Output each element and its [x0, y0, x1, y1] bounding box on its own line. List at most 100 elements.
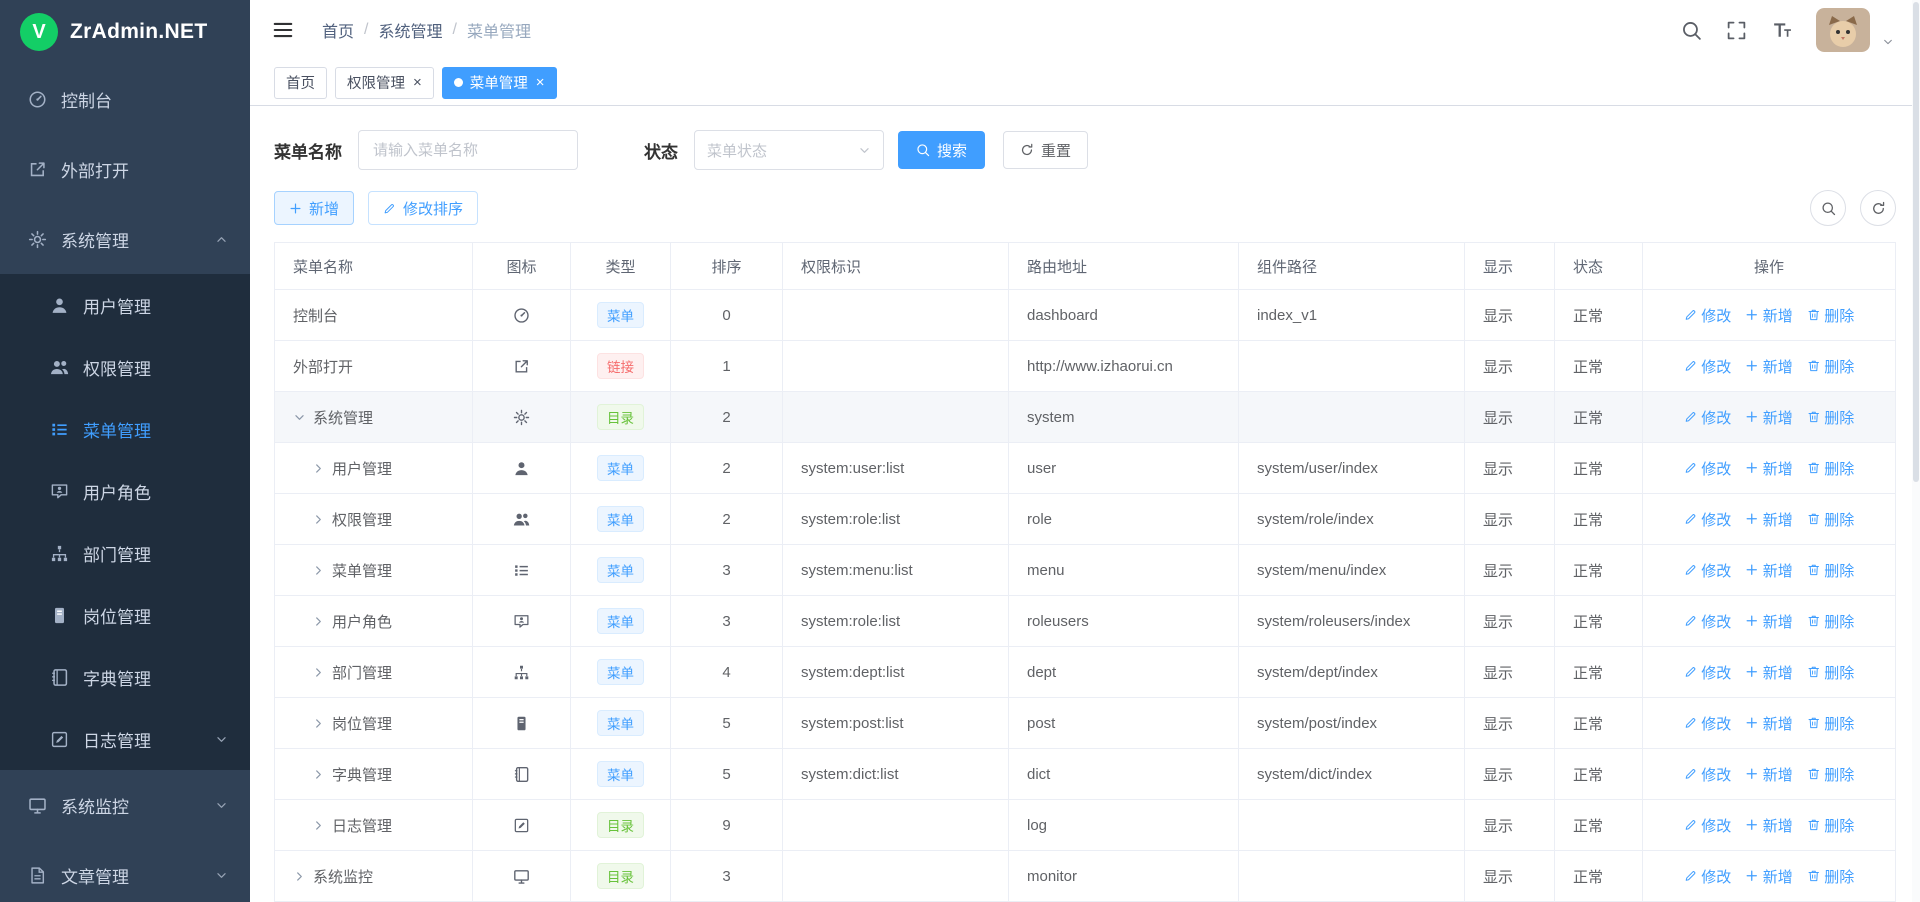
edit-link[interactable]: 修改 — [1684, 713, 1732, 734]
cell-status: 正常 — [1555, 596, 1643, 646]
cell-menu-name: 控制台 — [275, 290, 473, 340]
edit-link[interactable]: 修改 — [1684, 356, 1732, 377]
delete-link[interactable]: 删除 — [1807, 815, 1855, 836]
delete-link[interactable]: 删除 — [1807, 611, 1855, 632]
sidebar-toggle-icon[interactable] — [272, 19, 294, 41]
sidebar-item[interactable]: 部门管理 — [0, 522, 250, 584]
sidebar-item[interactable]: 用户角色 — [0, 460, 250, 522]
delete-link[interactable]: 删除 — [1807, 356, 1855, 377]
sidebar-item[interactable]: 控制台 — [0, 64, 250, 134]
delete-link[interactable]: 删除 — [1807, 713, 1855, 734]
delete-link[interactable]: 删除 — [1807, 458, 1855, 479]
scrollbar[interactable] — [1912, 0, 1920, 902]
expand-icon[interactable] — [293, 870, 306, 883]
search-button[interactable]: 搜索 — [898, 131, 985, 169]
menu-item-label: 控制台 — [61, 87, 112, 112]
fullscreen-icon[interactable] — [1726, 20, 1747, 41]
cell-menu-name: 系统管理 — [275, 392, 473, 442]
edit-link[interactable]: 修改 — [1684, 662, 1732, 683]
delete-link[interactable]: 删除 — [1807, 866, 1855, 887]
status-select[interactable]: 菜单状态 — [694, 130, 884, 170]
tab[interactable]: 菜单管理 × — [442, 67, 557, 99]
add-link[interactable]: 新增 — [1745, 866, 1793, 887]
menu-name-label: 菜单名称 — [274, 138, 342, 163]
close-icon[interactable]: × — [413, 75, 422, 90]
chevron-down-icon[interactable] — [1882, 36, 1894, 48]
menu-item-icon — [50, 420, 69, 439]
edit-link[interactable]: 修改 — [1684, 815, 1732, 836]
sort-button[interactable]: 修改排序 — [368, 191, 478, 225]
add-link[interactable]: 新增 — [1745, 305, 1793, 326]
search-icon[interactable] — [1681, 20, 1702, 41]
avatar[interactable] — [1816, 8, 1870, 52]
add-link[interactable]: 新增 — [1745, 815, 1793, 836]
tab[interactable]: 首页 × — [274, 67, 327, 99]
add-link[interactable]: 新增 — [1745, 509, 1793, 530]
sidebar-item[interactable]: 外部打开 — [0, 134, 250, 204]
cell-route: system — [1009, 392, 1239, 442]
sidebar-item[interactable]: 用户管理 — [0, 274, 250, 336]
expand-icon[interactable] — [312, 717, 325, 730]
edit-link[interactable]: 修改 — [1684, 305, 1732, 326]
cell-visible: 显示 — [1465, 545, 1555, 595]
menu-item-label: 系统监控 — [61, 793, 129, 818]
delete-link[interactable]: 删除 — [1807, 305, 1855, 326]
menu-item-label: 用户管理 — [83, 293, 151, 318]
edit-link[interactable]: 修改 — [1684, 560, 1732, 581]
menu-name: 系统监控 — [313, 866, 373, 887]
edit-link[interactable]: 修改 — [1684, 764, 1732, 785]
add-link[interactable]: 新增 — [1745, 356, 1793, 377]
expand-icon[interactable] — [312, 564, 325, 577]
expand-icon[interactable] — [312, 819, 325, 832]
edit-link[interactable]: 修改 — [1684, 509, 1732, 530]
cell-perm — [783, 392, 1009, 442]
expand-icon[interactable] — [293, 411, 306, 424]
sidebar-item[interactable]: 菜单管理 — [0, 398, 250, 460]
font-size-icon[interactable] — [1771, 20, 1792, 41]
sidebar-item[interactable]: 系统监控 — [0, 770, 250, 840]
add-button[interactable]: 新增 — [274, 191, 354, 225]
app-title: ZrAdmin.NET — [70, 20, 207, 44]
sidebar-item[interactable]: 系统管理 — [0, 204, 250, 274]
sidebar-item[interactable]: 权限管理 — [0, 336, 250, 398]
breadcrumb-item[interactable]: 系统管理 — [378, 18, 442, 42]
delete-link[interactable]: 删除 — [1807, 662, 1855, 683]
delete-link[interactable]: 删除 — [1807, 407, 1855, 428]
add-link[interactable]: 新增 — [1745, 611, 1793, 632]
add-link[interactable]: 新增 — [1745, 560, 1793, 581]
expand-icon[interactable] — [312, 666, 325, 679]
reset-button[interactable]: 重置 — [1003, 131, 1088, 169]
scrollbar-thumb[interactable] — [1913, 2, 1919, 482]
edit-link[interactable]: 修改 — [1684, 407, 1732, 428]
cell-route: http://www.izhaorui.cn — [1009, 341, 1239, 391]
breadcrumb-item[interactable]: 首页 — [322, 18, 354, 42]
close-icon[interactable]: × — [536, 75, 545, 90]
tab[interactable]: 权限管理 × — [335, 67, 434, 99]
expand-icon[interactable] — [312, 462, 325, 475]
cell-status: 正常 — [1555, 392, 1643, 442]
expand-icon[interactable] — [312, 513, 325, 526]
cell-menu-name: 菜单管理 — [275, 545, 473, 595]
sidebar-item[interactable]: 文章管理 — [0, 840, 250, 902]
delete-link[interactable]: 删除 — [1807, 764, 1855, 785]
expand-icon[interactable] — [312, 768, 325, 781]
add-link[interactable]: 新增 — [1745, 713, 1793, 734]
delete-link[interactable]: 删除 — [1807, 560, 1855, 581]
sidebar-item[interactable]: 字典管理 — [0, 646, 250, 708]
add-link[interactable]: 新增 — [1745, 662, 1793, 683]
add-link[interactable]: 新增 — [1745, 458, 1793, 479]
add-link[interactable]: 新增 — [1745, 764, 1793, 785]
add-link[interactable]: 新增 — [1745, 407, 1793, 428]
sidebar-item[interactable]: 日志管理 — [0, 708, 250, 770]
menu-name-input[interactable] — [358, 130, 578, 170]
edit-link[interactable]: 修改 — [1684, 458, 1732, 479]
cell-visible: 显示 — [1465, 443, 1555, 493]
expand-icon[interactable] — [312, 615, 325, 628]
delete-link[interactable]: 删除 — [1807, 509, 1855, 530]
edit-link[interactable]: 修改 — [1684, 611, 1732, 632]
table-search-button[interactable] — [1810, 190, 1846, 226]
table-refresh-button[interactable] — [1860, 190, 1896, 226]
plus-icon — [1745, 461, 1759, 475]
edit-link[interactable]: 修改 — [1684, 866, 1732, 887]
sidebar-item[interactable]: 岗位管理 — [0, 584, 250, 646]
